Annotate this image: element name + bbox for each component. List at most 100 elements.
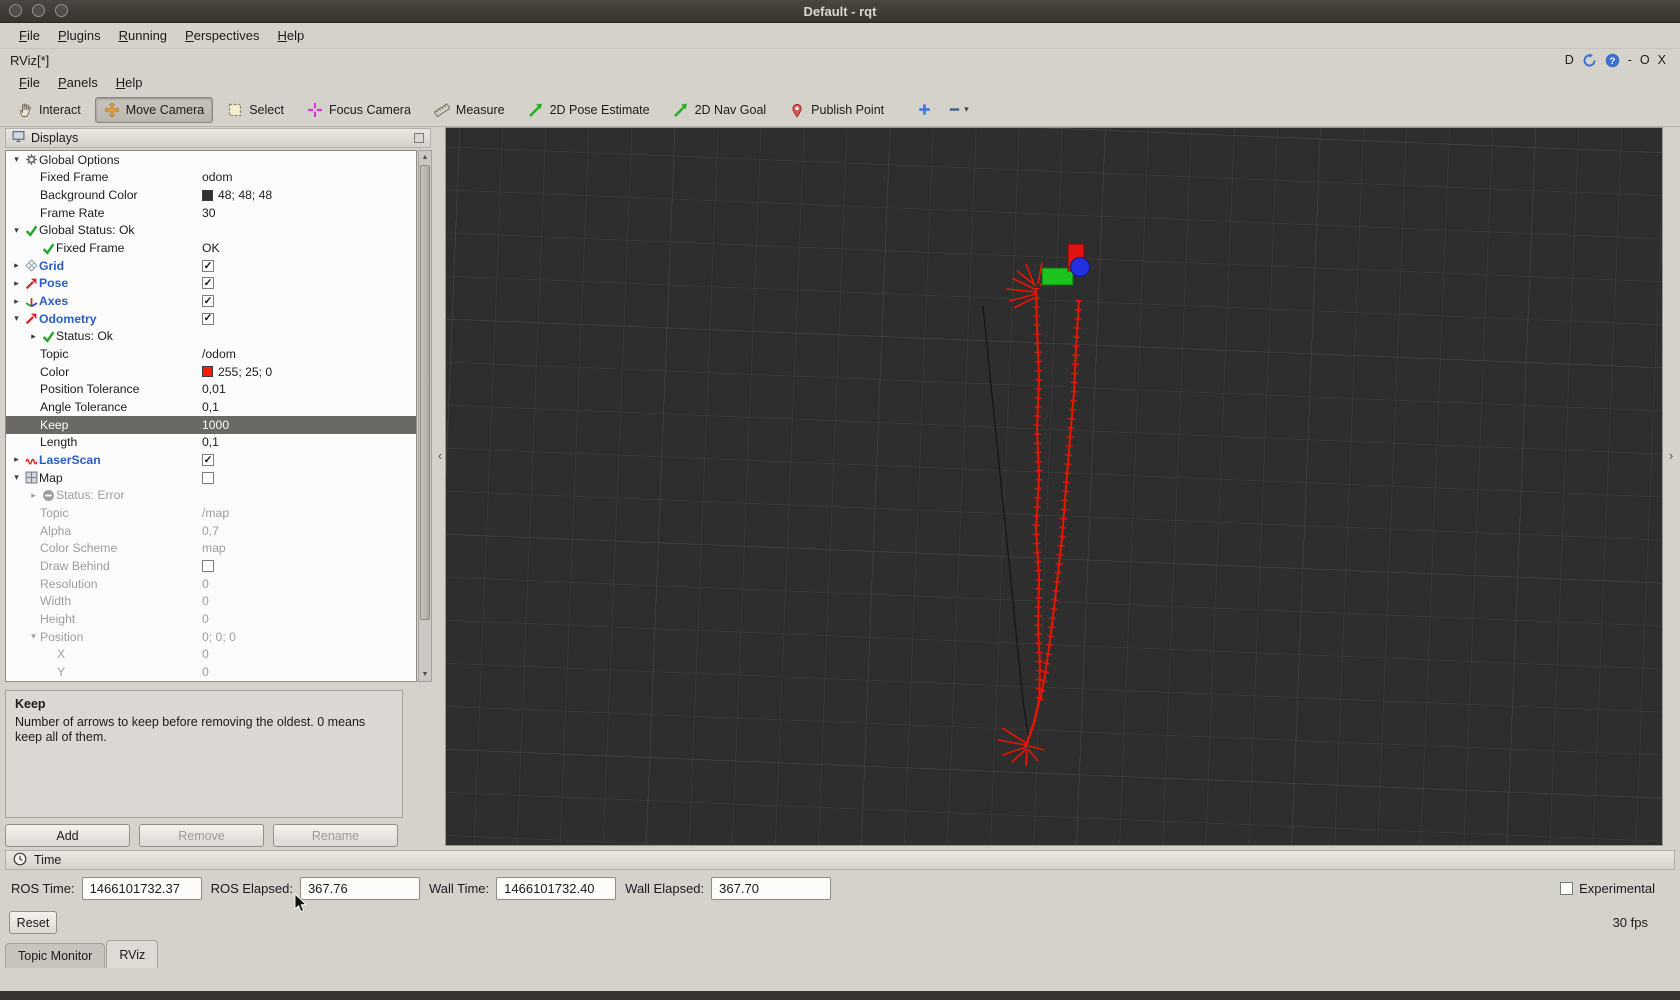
reload-icon[interactable] bbox=[1582, 53, 1597, 68]
help-icon[interactable]: ? bbox=[1605, 53, 1620, 68]
panel-collapse-handle-right[interactable]: › bbox=[1666, 440, 1676, 470]
reset-button[interactable]: Reset bbox=[9, 911, 57, 934]
property-value[interactable]: ✓ bbox=[202, 313, 214, 325]
expander-icon[interactable]: ▸ bbox=[10, 454, 23, 465]
property-value[interactable] bbox=[202, 560, 214, 572]
property-value[interactable]: 48; 48; 48 bbox=[202, 188, 272, 202]
tree-row-color-scheme[interactable]: Color Schememap bbox=[6, 539, 416, 557]
property-value[interactable]: ✓ bbox=[202, 277, 214, 289]
wall-time-input[interactable]: 1466101732.40 bbox=[496, 877, 616, 900]
tree-row-axes[interactable]: ▸Axes✓ bbox=[6, 292, 416, 310]
dock-close-button[interactable]: X bbox=[1658, 53, 1666, 67]
property-value[interactable]: 0 bbox=[202, 647, 209, 661]
remove-button[interactable]: Remove bbox=[139, 824, 264, 847]
menu-perspectives[interactable]: Perspectives bbox=[176, 26, 268, 45]
property-value[interactable] bbox=[202, 472, 214, 484]
expander-icon[interactable]: ▾ bbox=[10, 154, 23, 165]
tree-row-length[interactable]: Length0,1 bbox=[6, 434, 416, 452]
tool-2d-nav-goal[interactable]: 2D Nav Goal bbox=[664, 97, 776, 123]
ros-time-input[interactable]: 1466101732.37 bbox=[82, 877, 202, 900]
expander-icon[interactable]: ▾ bbox=[10, 313, 23, 324]
add-button[interactable]: Add bbox=[5, 824, 130, 847]
tool-2d-pose-estimate[interactable]: 2D Pose Estimate bbox=[519, 97, 659, 123]
expander-icon[interactable]: ▸ bbox=[27, 331, 40, 342]
expander-icon[interactable]: ▾ bbox=[10, 472, 23, 483]
menu-file[interactable]: File bbox=[10, 26, 49, 45]
tab-rviz[interactable]: RViz bbox=[106, 940, 158, 968]
menu-running[interactable]: Running bbox=[110, 26, 176, 45]
tool-select[interactable]: Select bbox=[218, 97, 293, 123]
tool-publish-point[interactable]: Publish Point bbox=[780, 97, 893, 123]
panel-collapse-handle-left[interactable]: ‹ bbox=[435, 440, 445, 470]
property-value[interactable]: 0; 0; 0 bbox=[202, 630, 236, 644]
property-value[interactable]: /odom bbox=[202, 347, 236, 361]
tree-row-global-options[interactable]: ▾Global Options bbox=[6, 151, 416, 169]
expander-icon[interactable]: ▸ bbox=[10, 278, 23, 289]
property-value[interactable]: 0 bbox=[202, 612, 209, 626]
expander-icon[interactable]: ▸ bbox=[27, 490, 40, 501]
tool-interact[interactable]: Interact bbox=[8, 97, 90, 123]
tree-row-topic[interactable]: Topic/map bbox=[6, 504, 416, 522]
property-value[interactable]: ✓ bbox=[202, 454, 214, 466]
tree-row-position-tolerance[interactable]: Position Tolerance0,01 bbox=[6, 381, 416, 399]
window-maximize-button[interactable] bbox=[55, 4, 68, 17]
enable-checkbox[interactable]: ✓ bbox=[202, 295, 214, 307]
tree-row-x[interactable]: X0 bbox=[6, 645, 416, 663]
enable-checkbox[interactable]: ✓ bbox=[202, 313, 214, 325]
tree-row-position[interactable]: ▾Position0; 0; 0 bbox=[6, 628, 416, 646]
expander-icon[interactable]: ▾ bbox=[27, 631, 40, 642]
tree-row-draw-behind[interactable]: Draw Behind bbox=[6, 557, 416, 575]
dock-detach-button[interactable]: D bbox=[1565, 53, 1574, 67]
enable-checkbox[interactable]: ✓ bbox=[202, 260, 214, 272]
rename-button[interactable]: Rename bbox=[273, 824, 398, 847]
tool-move-camera[interactable]: Move Camera bbox=[95, 97, 214, 123]
menu-help[interactable]: Help bbox=[107, 73, 152, 92]
window-titlebar[interactable]: Default - rqt bbox=[0, 0, 1680, 23]
tree-row-height[interactable]: Height0 bbox=[6, 610, 416, 628]
tree-row-laserscan[interactable]: ▸LaserScan✓ bbox=[6, 451, 416, 469]
property-value[interactable]: ✓ bbox=[202, 260, 214, 272]
property-value[interactable]: 1000 bbox=[202, 418, 229, 432]
add-tool-button[interactable] bbox=[912, 99, 937, 120]
tree-row-keep[interactable]: Keep1000 bbox=[6, 416, 416, 434]
enable-checkbox[interactable] bbox=[202, 560, 214, 572]
dock-restore-button[interactable]: O bbox=[1640, 53, 1650, 67]
remove-tool-button[interactable]: ▾ bbox=[942, 99, 974, 120]
experimental-toggle[interactable]: Experimental bbox=[1560, 881, 1669, 896]
property-value[interactable]: 0 bbox=[202, 577, 209, 591]
tree-row-frame-rate[interactable]: Frame Rate30 bbox=[6, 204, 416, 222]
tree-row-resolution[interactable]: Resolution0 bbox=[6, 575, 416, 593]
tree-row-status-error[interactable]: ▸Status: Error bbox=[6, 486, 416, 504]
menu-plugins[interactable]: Plugins bbox=[49, 26, 110, 45]
tree-row-background-color[interactable]: Background Color48; 48; 48 bbox=[6, 186, 416, 204]
menu-file[interactable]: File bbox=[10, 73, 49, 92]
window-close-button[interactable] bbox=[9, 4, 22, 17]
displays-panel-titlebar[interactable]: Displays bbox=[5, 128, 431, 148]
property-value[interactable]: odom bbox=[202, 170, 233, 184]
enable-checkbox[interactable]: ✓ bbox=[202, 454, 214, 466]
scrollbar-thumb[interactable] bbox=[420, 165, 430, 620]
tree-row-status-ok[interactable]: ▸Status: Ok bbox=[6, 328, 416, 346]
property-value[interactable]: 0,01 bbox=[202, 382, 226, 396]
tree-row-topic[interactable]: Topic/odom bbox=[6, 345, 416, 363]
tree-row-width[interactable]: Width0 bbox=[6, 592, 416, 610]
tree-row-alpha[interactable]: Alpha0,7 bbox=[6, 522, 416, 540]
menu-panels[interactable]: Panels bbox=[49, 73, 107, 92]
scroll-up-icon[interactable]: ▲ bbox=[419, 151, 431, 164]
window-minimize-button[interactable] bbox=[32, 4, 45, 17]
panel-float-button[interactable] bbox=[414, 133, 424, 143]
dock-minimize-button[interactable]: - bbox=[1628, 53, 1632, 67]
tree-row-y[interactable]: Y0 bbox=[6, 663, 416, 681]
tree-row-color[interactable]: Color255; 25; 0 bbox=[6, 363, 416, 381]
expander-icon[interactable]: ▾ bbox=[10, 225, 23, 236]
rviz-plugin-titlebar[interactable]: RViz[*] D ? - O X bbox=[0, 49, 1680, 71]
property-value[interactable]: ✓ bbox=[202, 295, 214, 307]
tool-focus-camera[interactable]: Focus Camera bbox=[298, 97, 420, 123]
tree-row-fixed-frame[interactable]: Fixed FrameOK bbox=[6, 239, 416, 257]
property-value[interactable]: 0,1 bbox=[202, 435, 219, 449]
time-panel-titlebar[interactable]: Time bbox=[5, 850, 1675, 870]
property-value[interactable]: 0,7 bbox=[202, 524, 219, 538]
3d-viewport[interactable] bbox=[445, 127, 1663, 846]
tree-row-pose[interactable]: ▸Pose✓ bbox=[6, 275, 416, 293]
property-value[interactable]: 0,1 bbox=[202, 400, 219, 414]
